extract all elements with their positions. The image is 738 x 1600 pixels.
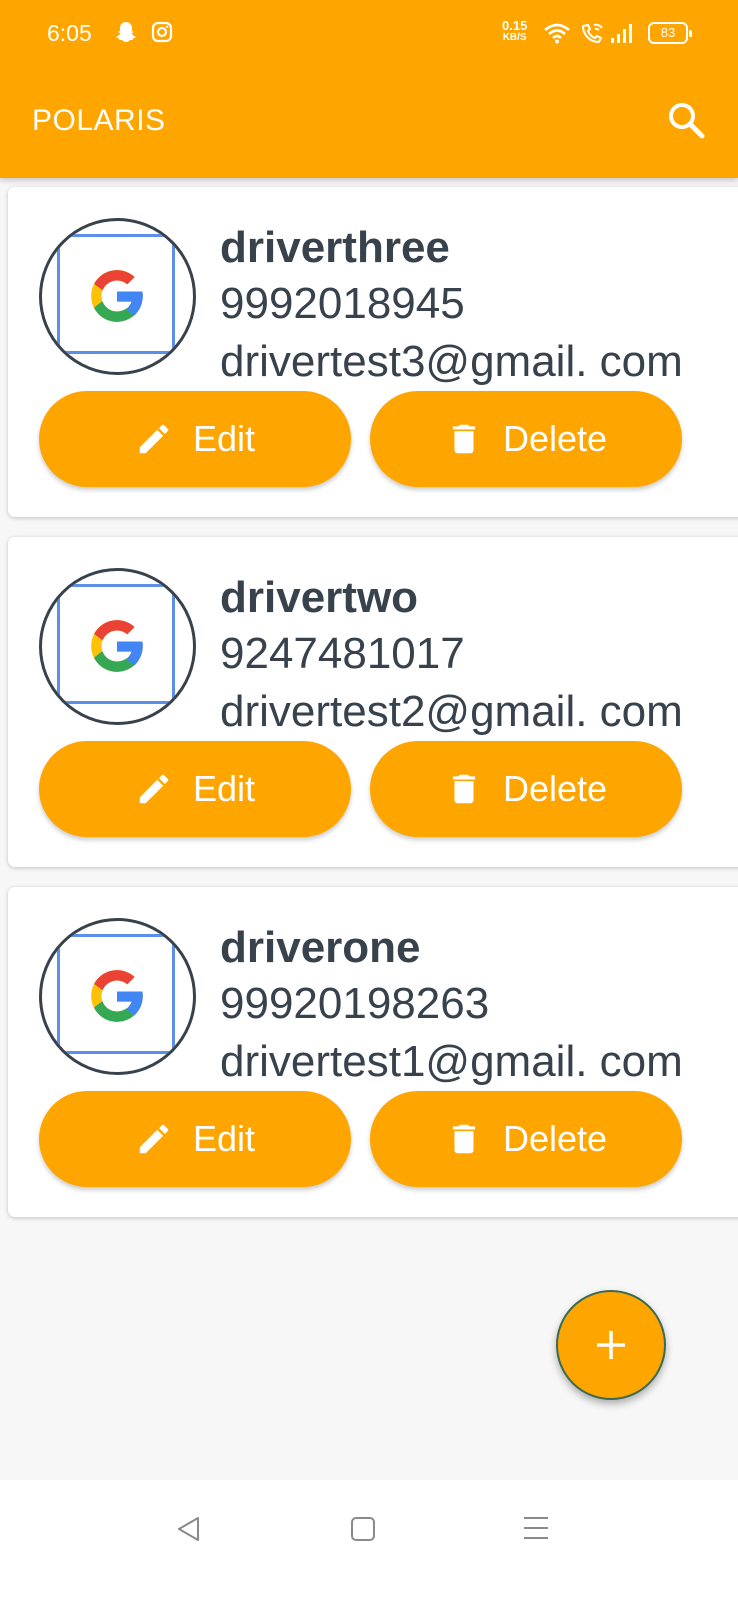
- delete-label: Delete: [502, 418, 608, 459]
- trash-icon: [452, 424, 476, 454]
- delete-button[interactable]: Delete: [370, 741, 682, 837]
- edit-button[interactable]: Edit: [39, 391, 351, 487]
- home-icon[interactable]: [348, 1514, 378, 1544]
- driver-email: drivertest3@gmail. com: [220, 337, 683, 386]
- google-logo-icon: [91, 270, 143, 322]
- system-nav-bar: [0, 1480, 738, 1600]
- trash-icon: [452, 774, 476, 804]
- pencil-icon: [139, 774, 169, 804]
- pencil-icon: [139, 1124, 169, 1154]
- driver-phone: 9992018945: [220, 279, 465, 328]
- driver-card: driverone 99920198263 drivertest1@gmail.…: [8, 887, 738, 1217]
- google-logo-icon: [91, 620, 143, 672]
- driver-card: drivertwo 9247481017 drivertest2@gmail. …: [8, 537, 738, 867]
- delete-button[interactable]: Delete: [370, 1091, 682, 1187]
- back-icon[interactable]: [174, 1514, 204, 1544]
- edit-label: Edit: [192, 1118, 256, 1159]
- driver-name: driverone: [220, 923, 421, 972]
- delete-label: Delete: [502, 1118, 608, 1159]
- network-speed: 0.15 KB/S: [502, 18, 528, 44]
- delete-button[interactable]: Delete: [370, 391, 682, 487]
- app-title: POLARIS: [32, 104, 166, 137]
- snapchat-icon: [116, 22, 136, 42]
- driver-card: driverthree 9992018945 drivertest3@gmail…: [8, 187, 738, 517]
- signal-icon: [611, 24, 632, 43]
- driver-name: drivertwo: [220, 573, 419, 622]
- edit-button[interactable]: Edit: [39, 741, 351, 837]
- menu-icon[interactable]: [522, 1513, 550, 1543]
- driver-email: drivertest1@gmail. com: [220, 1037, 683, 1086]
- status-time: 6:05: [47, 20, 92, 46]
- delete-label: Delete: [502, 768, 608, 809]
- network-speed-value: 0.15: [502, 18, 528, 33]
- instagram-icon: [151, 21, 173, 43]
- driver-name: driverthree: [220, 223, 450, 272]
- avatar: [39, 218, 196, 375]
- plus-icon: [597, 1331, 625, 1359]
- google-logo-icon: [91, 970, 143, 1022]
- avatar: [39, 918, 196, 1075]
- driver-phone: 9247481017: [220, 629, 465, 678]
- driver-email: drivertest2@gmail. com: [220, 687, 683, 736]
- wifi-call-icon: [581, 23, 603, 44]
- battery-icon: 83: [648, 22, 692, 44]
- edit-button[interactable]: Edit: [39, 1091, 351, 1187]
- search-icon[interactable]: [666, 100, 706, 140]
- driver-phone: 99920198263: [220, 979, 490, 1028]
- avatar: [39, 568, 196, 725]
- edit-label: Edit: [192, 418, 256, 459]
- add-driver-button[interactable]: [556, 1290, 666, 1400]
- edit-label: Edit: [192, 768, 256, 809]
- wifi-icon: [544, 23, 570, 44]
- trash-icon: [452, 1124, 476, 1154]
- network-speed-unit: KB/S: [502, 32, 527, 43]
- app-bar: 6:05 0.15 KB/S 83 POLARIS: [0, 0, 738, 178]
- pencil-icon: [139, 424, 169, 454]
